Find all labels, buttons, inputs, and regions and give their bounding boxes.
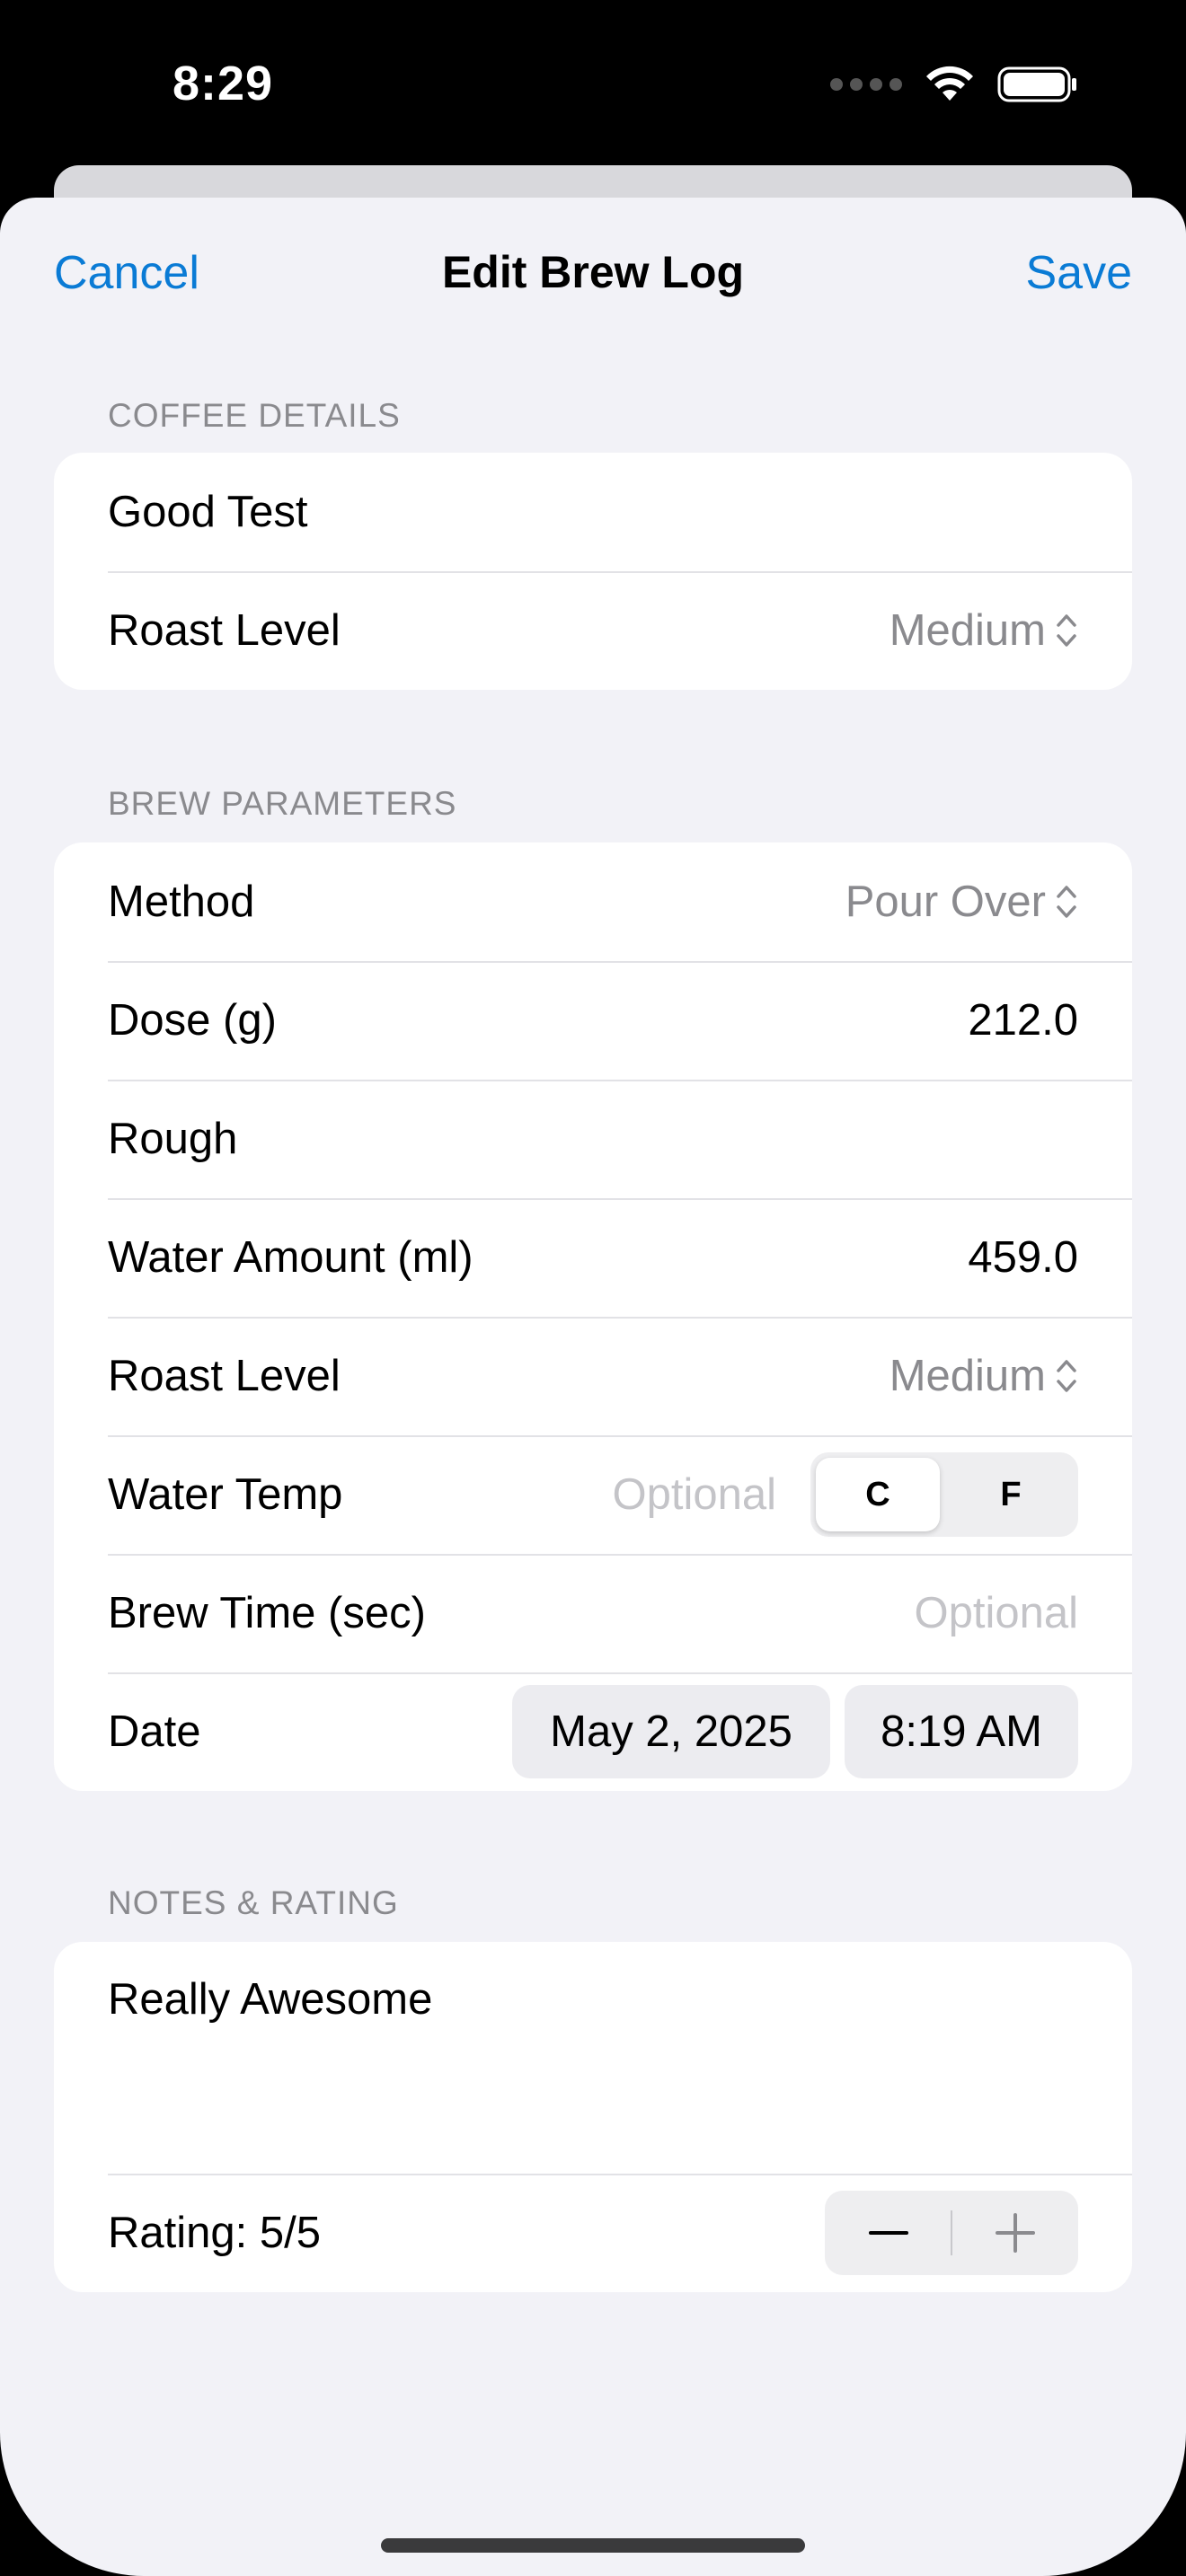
save-button[interactable]: Save: [1025, 246, 1132, 300]
minus-icon: [868, 2231, 908, 2235]
plus-icon: [995, 2213, 1035, 2253]
coffee-details-card: Good Test Roast Level Medium: [54, 453, 1132, 690]
date-label: Date: [108, 1707, 201, 1756]
brew-time-row[interactable]: Brew Time (sec) Optional: [54, 1554, 1132, 1672]
chevron-up-down-icon: [1057, 614, 1076, 647]
wifi-icon: [926, 66, 973, 101]
brew-roast-level-value: Medium: [889, 1352, 1046, 1400]
dose-label: Dose (g): [108, 996, 277, 1045]
brew-roast-level-picker[interactable]: Medium: [890, 1351, 1078, 1401]
brew-time-field[interactable]: Optional: [914, 1588, 1078, 1638]
notes-text[interactable]: Really Awesome: [108, 1974, 432, 2025]
roast-level-row[interactable]: Roast Level Medium: [54, 571, 1132, 690]
brew-time-label: Brew Time (sec): [108, 1589, 426, 1637]
water-amount-row[interactable]: Water Amount (ml) 459.0: [54, 1198, 1132, 1317]
method-label: Method: [108, 878, 255, 926]
temp-unit-fahrenheit[interactable]: F: [949, 1458, 1073, 1531]
grind-size-value[interactable]: Rough: [108, 1114, 237, 1164]
grind-size-field[interactable]: Rough: [54, 1080, 1132, 1198]
status-bar: 8:29: [0, 0, 1186, 171]
rating-label: Rating: 5/5: [108, 2209, 321, 2257]
time-picker-button[interactable]: 8:19 AM: [845, 1685, 1078, 1778]
cellular-signal-icon: [830, 78, 902, 91]
rating-row: Rating: 5/5: [54, 2174, 1132, 2292]
page-title: Edit Brew Log: [441, 247, 745, 297]
dose-row[interactable]: Dose (g) 212.0: [54, 961, 1132, 1080]
rating-stepper[interactable]: [825, 2191, 1078, 2275]
edit-brew-log-sheet: Cancel Edit Brew Log Save COFFEE DETAILS…: [0, 198, 1186, 2576]
method-picker[interactable]: Pour Over: [845, 877, 1078, 927]
brew-roast-level-row[interactable]: Roast Level Medium: [54, 1317, 1132, 1435]
section-header-notes-rating: NOTES & RATING: [108, 1884, 399, 1921]
navigation-bar: Cancel Edit Brew Log Save: [0, 198, 1186, 350]
notes-rating-card: Really Awesome Rating: 5/5: [54, 1942, 1132, 2292]
method-value: Pour Over: [845, 878, 1046, 926]
method-row[interactable]: Method Pour Over: [54, 842, 1132, 961]
brew-roast-level-label: Roast Level: [108, 1352, 341, 1400]
roast-level-picker[interactable]: Medium: [890, 605, 1078, 656]
home-indicator: [381, 2538, 805, 2553]
water-temp-label: Water Temp: [108, 1470, 343, 1519]
coffee-name-field[interactable]: Good Test: [54, 453, 1132, 571]
water-temp-field[interactable]: Optional: [612, 1469, 776, 1520]
battery-icon: [997, 66, 1076, 102]
section-header-coffee-details: COFFEE DETAILS: [108, 397, 401, 434]
coffee-name-value[interactable]: Good Test: [108, 487, 307, 537]
temp-unit-segmented-control[interactable]: C F: [810, 1452, 1078, 1537]
status-time: 8:29: [173, 57, 274, 110]
roast-level-label: Roast Level: [108, 606, 341, 655]
status-icons: [830, 65, 1078, 104]
chevron-up-down-icon: [1057, 886, 1076, 918]
decrement-button[interactable]: [825, 2191, 951, 2275]
date-row: Date May 2, 2025 8:19 AM: [54, 1672, 1132, 1791]
section-header-brew-parameters: BREW PARAMETERS: [108, 785, 457, 822]
brew-parameters-card: Method Pour Over Dose (g) 212.0 Rough Wa…: [54, 842, 1132, 1791]
dose-field[interactable]: 212.0: [968, 995, 1078, 1045]
date-picker-button[interactable]: May 2, 2025: [512, 1685, 830, 1778]
water-amount-field[interactable]: 459.0: [968, 1232, 1078, 1283]
increment-button[interactable]: [951, 2191, 1078, 2275]
notes-text-area[interactable]: Really Awesome: [54, 1942, 1132, 2174]
water-amount-label: Water Amount (ml): [108, 1233, 474, 1282]
temp-unit-celsius[interactable]: C: [816, 1458, 940, 1531]
water-temp-row: Water Temp Optional C F: [54, 1435, 1132, 1554]
roast-level-value: Medium: [889, 606, 1046, 655]
chevron-up-down-icon: [1057, 1360, 1076, 1392]
